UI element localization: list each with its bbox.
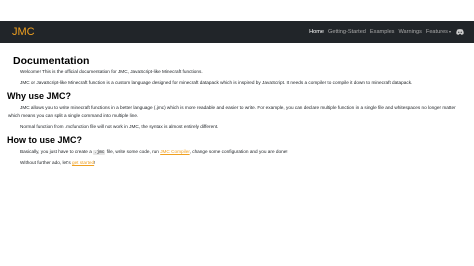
how-text-a: Basically, you just have to create a: [20, 149, 94, 154]
nav-examples[interactable]: Examples: [370, 29, 395, 35]
discord-icon[interactable]: [456, 29, 464, 35]
discord-icon-svg: [456, 29, 464, 35]
how-text-c: , change some configuration and you are …: [189, 149, 288, 154]
intro-paragraph: JMC or JavaScript-like Minecraft functio…: [20, 80, 413, 85]
nav-home[interactable]: Home: [309, 29, 324, 35]
brand-logo[interactable]: JMC: [12, 24, 35, 40]
why-heading: Why use JMC?: [7, 91, 72, 101]
how-paragraph-1: Basically, you just have to create a .jm…: [20, 148, 465, 157]
how2-text-a: Without further ado, let's: [20, 160, 72, 165]
jmc-extension-code: .jmc: [93, 150, 106, 155]
chevron-down-icon: ▾: [448, 29, 451, 34]
page-title: Documentation: [13, 55, 90, 67]
nav-features-dropdown[interactable]: Features▾: [426, 29, 451, 35]
navbar: JMC Home Getting-Started Examples Warnin…: [0, 21, 474, 43]
how-paragraph-2: Without further ado, let's get started!: [20, 159, 460, 167]
nav-warnings[interactable]: Warnings: [398, 29, 421, 35]
how-text-b: file, write some code, run: [105, 149, 161, 154]
jmc-compiler-link[interactable]: JMC Compiler: [160, 149, 189, 154]
nav-getting-started[interactable]: Getting-Started: [328, 29, 366, 35]
how-heading: How to use JMC?: [7, 135, 83, 145]
why-paragraph-2: Normal function from .mcfunction file wi…: [20, 124, 219, 129]
welcome-paragraph: Welcome! This is the official documentat…: [20, 69, 203, 74]
nav-features-label: Features: [425, 29, 448, 35]
get-started-link[interactable]: get started: [72, 160, 94, 165]
how2-text-b: !: [94, 160, 96, 165]
why-paragraph-1: JMC allows you to write minecraft functi…: [8, 105, 456, 118]
nav-links: Home Getting-Started Examples Warnings F…: [305, 21, 464, 43]
